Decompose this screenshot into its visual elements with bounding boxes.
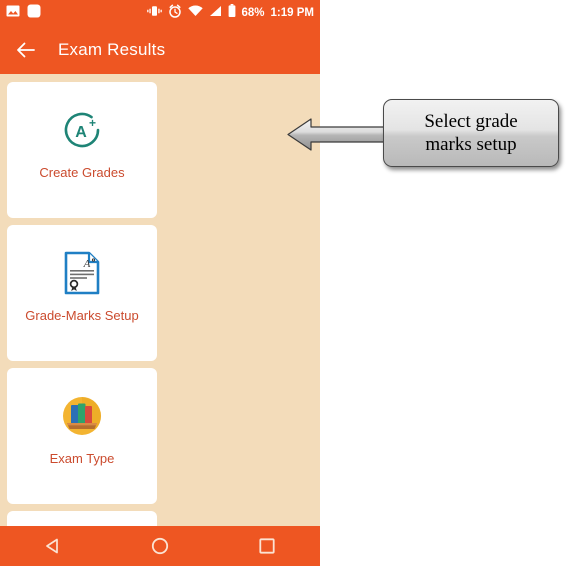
signal-icon (209, 4, 222, 22)
tile-grid: A + Create Grades A Grade-Marks Setup Ex… (0, 74, 320, 566)
tile-label: Create Grades (39, 165, 125, 180)
vibrate-icon (146, 4, 162, 23)
status-bar: 68% 1:19 PM (0, 0, 320, 26)
navigation-bar (0, 526, 320, 566)
annotation-arrow (287, 114, 387, 155)
nav-back-icon[interactable] (40, 533, 66, 559)
battery-percent: 68% (241, 7, 265, 19)
image-icon (6, 4, 20, 23)
back-arrow-icon[interactable] (14, 38, 38, 62)
certificate-document-icon: A (63, 247, 101, 299)
svg-text:A: A (83, 258, 91, 270)
battery-icon (228, 3, 236, 23)
app-bar: Exam Results (0, 26, 320, 74)
grade-a-plus-circle-icon: A + (62, 104, 102, 156)
tile-create-grades[interactable]: A + Create Grades (7, 82, 157, 218)
tile-exam-type[interactable]: Exam Type (7, 368, 157, 504)
annotation-callout: Select grade marks setup (383, 99, 559, 167)
nav-home-icon[interactable] (147, 533, 173, 559)
annotation-text: Select grade marks setup (424, 111, 518, 155)
svg-text:+: + (89, 116, 96, 130)
app-icon (27, 4, 41, 23)
phone-screen: 68% 1:19 PM Exam Results A + Create Grad… (0, 0, 320, 566)
wifi-icon (187, 4, 203, 22)
tile-grade-marks-setup[interactable]: A Grade-Marks Setup (7, 225, 157, 361)
tile-label: Exam Type (49, 451, 115, 466)
status-clock: 1:19 PM (270, 7, 314, 19)
page-title: Exam Results (58, 40, 166, 59)
tile-label: Grade-Marks Setup (25, 308, 139, 323)
books-icon (60, 390, 104, 442)
alarm-icon (168, 4, 182, 23)
svg-text:A: A (75, 124, 87, 141)
nav-recents-icon[interactable] (254, 533, 280, 559)
